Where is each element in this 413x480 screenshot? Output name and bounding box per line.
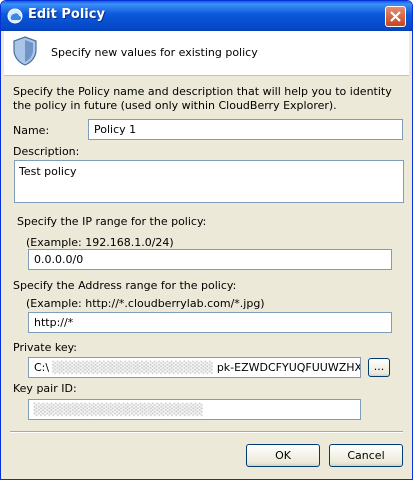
private-key-input[interactable]: C:\ ░░░░░░░░░░░░░░░░░░░ pk-EZWDCFYUQFUUW…	[28, 357, 361, 378]
private-key-path-start: C:\	[34, 361, 50, 374]
button-separator	[10, 431, 403, 433]
private-key-filename: pk-EZWDCFYUQFUUWZHXT7VAM	[216, 361, 360, 374]
window-title: Edit Policy	[28, 7, 105, 22]
dialog-header: Specify new values for existing policy	[4, 31, 409, 76]
close-icon	[390, 11, 401, 22]
header-text: Specify new values for existing policy	[51, 46, 258, 59]
description-textarea[interactable]: Test policy	[14, 160, 404, 203]
private-key-path-obscured: ░░░░░░░░░░░░░░░░░░░	[49, 361, 217, 374]
title-bar[interactable]: Edit Policy	[1, 1, 412, 31]
shield-icon	[13, 36, 37, 66]
ip-range-input[interactable]: 0.0.0.0/0	[28, 249, 392, 270]
cancel-button[interactable]: Cancel	[329, 444, 403, 467]
address-example-text: (Example: http://*.cloudberrylab.com/*.j…	[26, 297, 265, 310]
description-label: Description:	[13, 145, 80, 158]
cloudberry-app-icon	[7, 8, 23, 24]
close-button[interactable]	[385, 6, 406, 27]
private-key-label: Private key:	[13, 341, 78, 354]
name-label: Name:	[13, 124, 50, 137]
ok-button[interactable]: OK	[246, 444, 320, 467]
ip-example-text: (Example: 192.168.1.0/24)	[26, 236, 174, 249]
address-range-input[interactable]: http://*	[28, 312, 392, 333]
dialog-client-area: Specify new values for existing policy S…	[4, 31, 409, 475]
address-range-label: Specify the Address range for the policy…	[13, 279, 237, 292]
ip-range-label: Specify the IP range for the policy:	[17, 215, 207, 228]
intro-text: Specify the Policy name and description …	[13, 85, 392, 112]
key-pair-id-label: Key pair ID:	[13, 382, 77, 395]
edit-policy-dialog: Edit Policy Specify new values for exist…	[0, 0, 413, 480]
browse-button[interactable]: ...	[368, 358, 390, 377]
key-pair-id-obscured: ░░░░░░░░░░░░░░░░░░░░	[34, 403, 204, 416]
key-pair-id-input[interactable]: ░░░░░░░░░░░░░░░░░░░░	[28, 399, 361, 420]
name-input[interactable]: Policy 1	[88, 119, 403, 140]
